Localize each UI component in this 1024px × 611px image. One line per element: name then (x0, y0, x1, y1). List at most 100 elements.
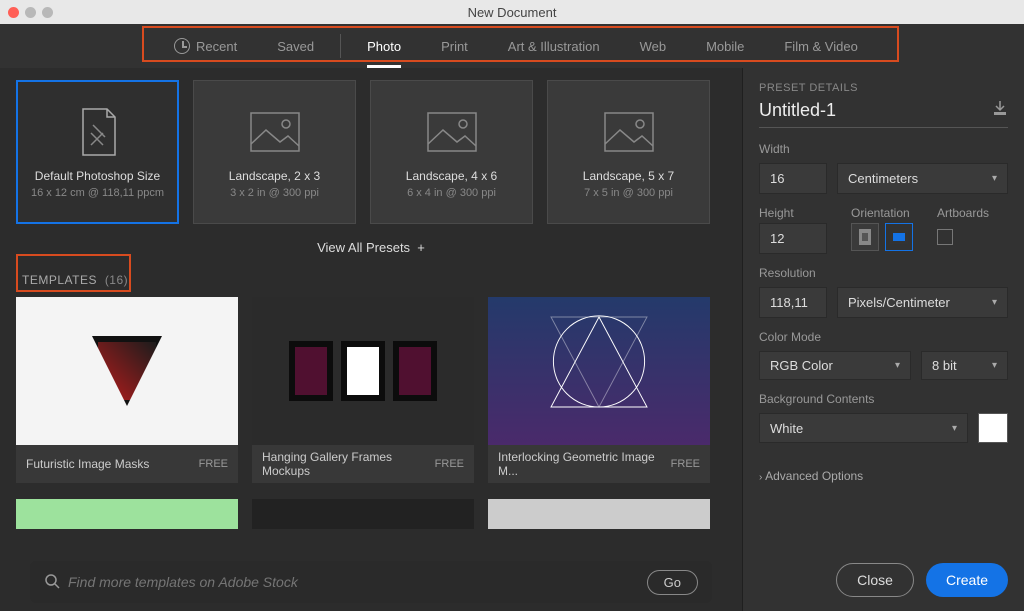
colormode-select[interactable]: RGB Color ▾ (759, 351, 911, 380)
preset-sub: 16 x 12 cm @ 118,11 ppcm (31, 187, 164, 199)
template-card[interactable] (16, 499, 238, 529)
colormode-value: RGB Color (770, 358, 833, 373)
preset-details-panel: PRESET DETAILS Untitled-1 Width Centimet… (742, 68, 1024, 611)
zoom-window-icon[interactable] (42, 7, 53, 18)
preset-name: Landscape, 5 x 7 (583, 169, 674, 183)
orientation-label: Orientation (851, 206, 913, 220)
template-card[interactable]: Hanging Gallery Frames Mockups FREE (252, 297, 474, 483)
tab-recent[interactable]: Recent (154, 24, 257, 68)
background-color-swatch[interactable] (978, 413, 1008, 443)
artboards-checkbox[interactable] (937, 229, 953, 245)
image-icon (425, 105, 479, 159)
search-icon (44, 573, 60, 592)
template-thumb (16, 297, 238, 445)
tab-photo[interactable]: Photo (347, 24, 421, 68)
preset-card[interactable]: Landscape, 5 x 7 7 x 5 in @ 300 ppi (547, 80, 710, 224)
minimize-window-icon[interactable] (25, 7, 36, 18)
document-icon (71, 105, 125, 159)
template-thumb (488, 297, 710, 445)
window-controls (8, 7, 53, 18)
stock-search-bar: Go (30, 561, 712, 603)
templates-count: (16) (105, 273, 128, 287)
left-panel: Default Photoshop Size 16 x 12 cm @ 118,… (0, 68, 742, 611)
resolution-input[interactable] (759, 287, 827, 318)
resolution-unit-value: Pixels/Centimeter (848, 295, 950, 310)
resolution-label: Resolution (759, 266, 1008, 280)
orientation-landscape[interactable] (885, 223, 913, 251)
tab-label: Recent (196, 39, 237, 54)
view-all-presets[interactable]: View All Presets + (16, 240, 726, 255)
document-name[interactable]: Untitled-1 (759, 100, 836, 121)
background-select[interactable]: White ▾ (759, 413, 968, 443)
units-select[interactable]: Centimeters ▾ (837, 163, 1008, 194)
tab-art[interactable]: Art & Illustration (488, 24, 620, 68)
details-heading: PRESET DETAILS (759, 82, 1008, 94)
preset-name: Landscape, 2 x 3 (229, 169, 320, 183)
tab-separator (340, 34, 341, 58)
window-title: New Document (468, 5, 557, 20)
preset-card[interactable]: Landscape, 2 x 3 3 x 2 in @ 300 ppi (193, 80, 356, 224)
tab-label: Mobile (706, 39, 744, 54)
colormode-label: Color Mode (759, 330, 1008, 344)
template-title: Hanging Gallery Frames Mockups (262, 450, 435, 478)
stock-search-input[interactable] (68, 574, 647, 590)
template-title: Interlocking Geometric Image M... (498, 450, 671, 478)
height-label: Height (759, 206, 827, 220)
close-button[interactable]: Close (836, 563, 914, 597)
go-button[interactable]: Go (647, 570, 698, 595)
preset-card[interactable]: Default Photoshop Size 16 x 12 cm @ 118,… (16, 80, 179, 224)
bitdepth-value: 8 bit (932, 358, 957, 373)
height-input[interactable] (759, 223, 827, 254)
section-title: TEMPLATES (22, 273, 97, 287)
tab-label: Art & Illustration (508, 39, 600, 54)
template-card[interactable]: Interlocking Geometric Image M... FREE (488, 297, 710, 483)
template-price: FREE (199, 458, 228, 470)
view-all-label: View All Presets (317, 240, 410, 255)
background-value: White (770, 421, 803, 436)
templates-heading: TEMPLATES (16) (22, 273, 726, 287)
tab-label: Saved (277, 39, 314, 54)
units-value: Centimeters (848, 171, 918, 186)
template-price: FREE (435, 458, 464, 470)
image-icon (602, 105, 656, 159)
template-card[interactable]: Futuristic Image Masks FREE (16, 297, 238, 483)
tab-print[interactable]: Print (421, 24, 488, 68)
preset-name: Default Photoshop Size (35, 169, 160, 183)
tab-mobile[interactable]: Mobile (686, 24, 764, 68)
clock-icon (174, 38, 190, 54)
template-card[interactable] (488, 499, 710, 529)
tab-label: Web (640, 39, 667, 54)
tab-label: Film & Video (784, 39, 857, 54)
preset-name: Landscape, 4 x 6 (406, 169, 497, 183)
background-label: Background Contents (759, 392, 1008, 406)
tab-web[interactable]: Web (620, 24, 687, 68)
preset-sub: 3 x 2 in @ 300 ppi (230, 187, 319, 199)
advanced-label: Advanced Options (765, 469, 863, 483)
preset-card[interactable]: Landscape, 4 x 6 6 x 4 in @ 300 ppi (370, 80, 533, 224)
create-button[interactable]: Create (926, 563, 1008, 597)
tab-label: Photo (367, 39, 401, 54)
template-card[interactable] (252, 499, 474, 529)
artboards-label: Artboards (937, 206, 989, 220)
save-preset-icon[interactable] (992, 100, 1008, 121)
tab-film[interactable]: Film & Video (764, 24, 877, 68)
chevron-down-icon: ▾ (992, 297, 997, 308)
chevron-down-icon: ▾ (992, 360, 997, 371)
bitdepth-select[interactable]: 8 bit ▾ (921, 351, 1008, 380)
preset-row: Default Photoshop Size 16 x 12 cm @ 118,… (16, 80, 726, 224)
template-title: Futuristic Image Masks (26, 457, 149, 471)
chevron-down-icon: ▾ (952, 423, 957, 434)
top-nav: Recent Saved Photo Print Art & Illustrat… (0, 24, 1024, 68)
width-input[interactable] (759, 163, 827, 194)
template-price: FREE (671, 458, 700, 470)
preset-sub: 7 x 5 in @ 300 ppi (584, 187, 673, 199)
image-icon (248, 105, 302, 159)
plus-icon: + (414, 240, 425, 255)
orientation-portrait[interactable] (851, 223, 879, 251)
resolution-unit-select[interactable]: Pixels/Centimeter ▾ (837, 287, 1008, 318)
close-window-icon[interactable] (8, 7, 19, 18)
chevron-down-icon: ▾ (895, 360, 900, 371)
chevron-down-icon: ▾ (992, 173, 997, 184)
tab-saved[interactable]: Saved (257, 24, 334, 68)
advanced-options-toggle[interactable]: › Advanced Options (759, 469, 1008, 483)
